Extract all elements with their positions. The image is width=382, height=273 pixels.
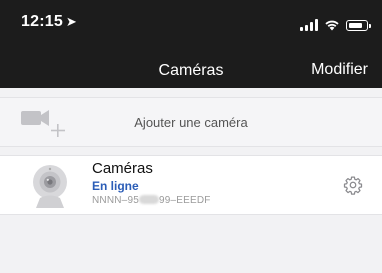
add-camera-row[interactable]: Ajouter une caméra bbox=[0, 97, 382, 147]
camera-uid-suffix: 99–EEEDF bbox=[158, 195, 211, 206]
top-bar: 12:15 ➤ Caméras Modifier bbox=[0, 0, 382, 88]
status-bar-time: 12:15 ➤ bbox=[21, 13, 77, 31]
cellular-signal-icon bbox=[300, 19, 318, 31]
edit-button[interactable]: Modifier bbox=[311, 61, 368, 79]
add-camera-label: Ajouter une caméra bbox=[134, 115, 248, 130]
battery-icon bbox=[346, 20, 371, 31]
location-arrow-icon: ➤ bbox=[65, 14, 78, 29]
clock-time: 12:15 bbox=[21, 13, 63, 30]
camera-uid-prefix: NNNN–95 bbox=[92, 195, 139, 206]
status-bar-icons bbox=[300, 17, 371, 31]
camera-list-item[interactable]: Caméras En ligne NNNN–95 99–EEEDF bbox=[0, 155, 382, 215]
redacted-mark bbox=[138, 195, 159, 204]
wifi-icon bbox=[325, 20, 339, 31]
camera-status: En ligne bbox=[92, 179, 139, 193]
camera-uid: NNNN–95 99–EEEDF bbox=[92, 195, 211, 206]
camera-name: Caméras bbox=[92, 160, 153, 177]
webcam-icon bbox=[33, 165, 67, 208]
gear-icon[interactable] bbox=[343, 175, 363, 195]
